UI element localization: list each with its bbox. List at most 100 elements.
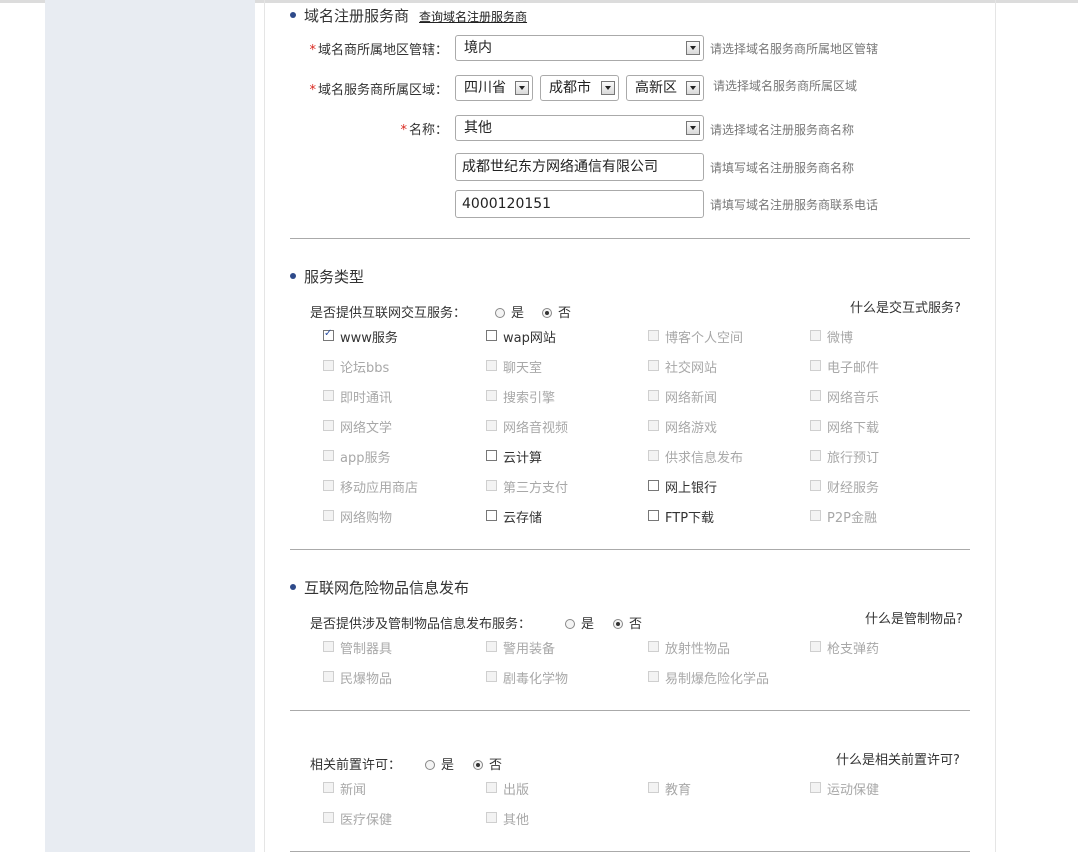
- section-title-service-type: 服务类型: [290, 266, 364, 287]
- permit-no-radio[interactable]: 否: [473, 754, 502, 773]
- controlled-goods-checkbox: 易制爆危险化学品: [648, 668, 769, 687]
- bullet-icon: [290, 11, 296, 18]
- phone-hint: 请填写域名注册服务商联系电话: [710, 198, 879, 212]
- phone-input[interactable]: 4000120151: [455, 190, 704, 218]
- controlled-no-radio[interactable]: 否: [613, 613, 642, 632]
- checkbox-label: 网络音乐: [827, 391, 880, 406]
- chevron-down-icon: [686, 41, 700, 55]
- checkbox-icon: [648, 450, 659, 461]
- radio-selected-icon: [473, 759, 483, 770]
- chevron-down-icon: [686, 81, 700, 95]
- region-select[interactable]: 境内: [455, 35, 704, 61]
- checkbox-icon: [323, 450, 334, 461]
- service-type-checkbox[interactable]: 网上银行: [648, 477, 717, 496]
- name-label: * 名称：: [400, 123, 448, 138]
- checkbox-label: 新闻: [340, 783, 367, 798]
- checkbox-label: 网上银行: [665, 481, 718, 496]
- district-select[interactable]: 高新区: [626, 75, 704, 101]
- checkbox-label: 警用装备: [503, 642, 556, 657]
- checkbox-label: 网络游戏: [665, 421, 718, 436]
- checkbox-label: 供求信息发布: [665, 451, 744, 466]
- service-type-checkbox: 论坛bbs: [323, 357, 389, 376]
- controlled-goods-checkbox: 枪支弹药: [810, 638, 879, 657]
- checkbox-label: 云计算: [503, 451, 543, 466]
- bullet-icon: [290, 583, 296, 590]
- service-type-checkbox: 第三方支付: [486, 477, 568, 496]
- permit-question: 相关前置许可：: [310, 758, 402, 773]
- checkbox-label: 枪支弹药: [827, 642, 880, 657]
- checkbox-icon: [486, 812, 497, 823]
- what-is-interactive-link[interactable]: 什么是交互式服务?: [850, 297, 961, 316]
- checkbox-icon: [486, 450, 497, 461]
- service-type-checkbox[interactable]: wap网站: [486, 327, 556, 346]
- service-type-checkbox: 聊天室: [486, 357, 542, 376]
- checkbox-icon: [810, 641, 821, 652]
- permit-yes-radio[interactable]: 是: [425, 754, 454, 773]
- checkbox-label: 财经服务: [827, 481, 880, 496]
- checkbox-icon: [323, 812, 334, 823]
- query-registrar-link[interactable]: 查询域名注册服务商: [419, 10, 527, 24]
- service-type-checkbox[interactable]: 云计算: [486, 447, 542, 466]
- service-type-checkbox: 网络游戏: [648, 417, 717, 436]
- region-label: * 域名商所属地区管辖：: [309, 43, 448, 58]
- city-select[interactable]: 成都市: [540, 75, 619, 101]
- radio-icon: [425, 759, 435, 770]
- service-type-checkbox[interactable]: FTP下载: [648, 507, 714, 526]
- checkbox-label: 社交网站: [665, 361, 718, 376]
- service-type-checkbox: 搜索引擎: [486, 387, 555, 406]
- checkbox-icon: [486, 420, 497, 431]
- checkbox-label: 即时通讯: [340, 391, 393, 406]
- checkbox-icon: [323, 360, 334, 371]
- province-select[interactable]: 四川省: [455, 75, 533, 101]
- checkbox-label: 网络文学: [340, 421, 393, 436]
- checkbox-label: 旅行预订: [827, 451, 880, 466]
- service-type-checkbox[interactable]: 云存储: [486, 507, 542, 526]
- service-type-checkbox: 网络购物: [323, 507, 392, 526]
- service-type-checkbox[interactable]: www服务: [323, 327, 398, 346]
- checkbox-label: 搜索引擎: [503, 391, 556, 406]
- service-type-checkbox: 网络文学: [323, 417, 392, 436]
- what-is-permit-link[interactable]: 什么是相关前置许可?: [836, 749, 960, 768]
- checkbox-icon: [323, 390, 334, 401]
- checkbox-label: 民爆物品: [340, 672, 393, 687]
- divider: [290, 710, 970, 711]
- controlled-yes-radio[interactable]: 是: [565, 613, 594, 632]
- checkbox-icon: [648, 782, 659, 793]
- region-hint: 请选择域名服务商所属地区管辖: [710, 42, 879, 56]
- service-type-checkbox: 网络音视频: [486, 417, 568, 436]
- checkbox-label: 放射性物品: [665, 642, 731, 657]
- controlled-goods-checkbox: 剧毒化学物: [486, 668, 568, 687]
- checkbox-icon: [648, 671, 659, 682]
- permit-checkbox: 其他: [486, 809, 529, 828]
- checkbox-icon: [486, 480, 497, 491]
- left-sidebar: [45, 0, 255, 852]
- company-name-input[interactable]: 成都世纪东方网络通信有限公司: [455, 153, 704, 181]
- checkbox-label: 聊天室: [503, 361, 543, 376]
- interactive-yes-radio[interactable]: 是: [495, 302, 524, 321]
- company-hint: 请填写域名注册服务商名称: [710, 161, 855, 175]
- chevron-down-icon: [515, 81, 529, 95]
- checkbox-icon: [486, 641, 497, 652]
- checkbox-icon: [810, 782, 821, 793]
- registrar-name-select[interactable]: 其他: [455, 115, 704, 141]
- checkbox-label: 博客个人空间: [665, 331, 744, 346]
- checkbox-label: wap网站: [503, 331, 556, 346]
- interactive-service-question: 是否提供互联网交互服务：: [310, 306, 467, 321]
- what-is-controlled-link[interactable]: 什么是管制物品?: [865, 608, 963, 627]
- service-type-checkbox: 移动应用商店: [323, 477, 418, 496]
- checkbox-label: 教育: [665, 783, 692, 798]
- controlled-goods-checkbox: 放射性物品: [648, 638, 730, 657]
- radio-selected-icon: [542, 307, 552, 318]
- checkbox-icon: [810, 510, 821, 521]
- checkbox-icon: [486, 671, 497, 682]
- checkbox-icon: [648, 360, 659, 371]
- divider: [290, 549, 970, 550]
- service-type-checkbox: 即时通讯: [323, 387, 392, 406]
- checkbox-label: 移动应用商店: [340, 481, 419, 496]
- checkbox-label: 剧毒化学物: [503, 672, 569, 687]
- checkbox-label: 其他: [503, 813, 530, 828]
- interactive-no-radio[interactable]: 否: [542, 302, 571, 321]
- area-label: * 域名服务商所属区域：: [309, 83, 448, 98]
- permit-checkbox: 教育: [648, 779, 691, 798]
- service-type-checkbox: 社交网站: [648, 357, 717, 376]
